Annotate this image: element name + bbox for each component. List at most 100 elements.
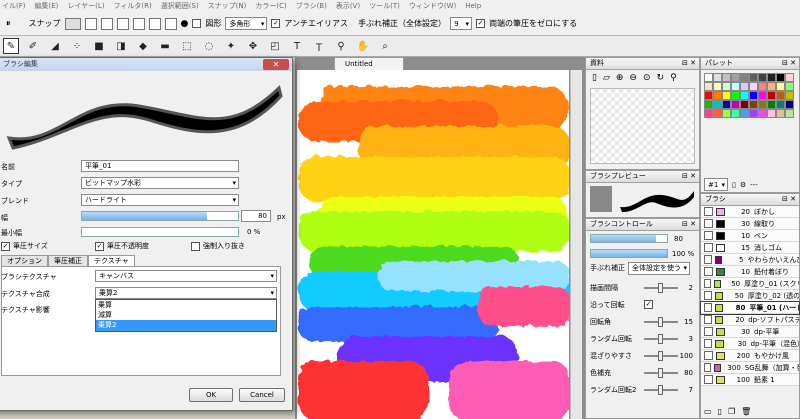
new-brush-icon[interactable]: ▯ — [718, 407, 722, 416]
panel-buttons-icon[interactable]: ⊟ ✕ — [682, 58, 696, 69]
brush-item-checkbox[interactable] — [704, 375, 713, 384]
palette-swatch[interactable] — [767, 82, 776, 91]
palette-swatch[interactable] — [722, 91, 731, 100]
palette-swatch[interactable] — [704, 91, 713, 100]
type-select[interactable]: ビットマップ水彩 — [81, 177, 239, 189]
palette-swatch[interactable] — [758, 82, 767, 91]
rotate-icon[interactable]: ↻ — [657, 73, 665, 83]
brush-item-checkbox[interactable] — [704, 327, 713, 336]
palette-swatch[interactable] — [740, 100, 749, 109]
folder-icon[interactable]: ▭ — [704, 407, 712, 416]
palette-swatch[interactable] — [767, 100, 776, 109]
palette-swatch[interactable] — [731, 91, 740, 100]
palette-settings-icon[interactable]: ⚙ — [740, 181, 746, 189]
select-rect-tool-icon[interactable]: ⬚ — [179, 38, 195, 54]
brush-list-item[interactable]: 10 ペン — [701, 230, 799, 242]
ok-button[interactable]: OK — [189, 388, 233, 402]
palette-swatch[interactable] — [749, 82, 758, 91]
brush-item-checkbox[interactable] — [704, 315, 712, 324]
snap-curve-icon[interactable] — [164, 17, 177, 30]
texture-select[interactable]: キャンバス — [95, 270, 277, 282]
bucket-tool-icon[interactable]: ◆ — [135, 38, 151, 54]
snap-radial-icon[interactable] — [132, 17, 145, 30]
width-value[interactable]: 80 — [241, 210, 271, 222]
stabilizer-select[interactable]: 9 — [450, 17, 473, 30]
magic-wand-tool-icon[interactable]: ✦ — [223, 38, 239, 54]
palette-swatch[interactable] — [758, 73, 767, 82]
palette-swatch[interactable] — [722, 73, 731, 82]
pressure-opacity-checkbox[interactable]: ✓ — [95, 241, 104, 251]
palette-swatch[interactable] — [713, 82, 722, 91]
antialias-checkbox[interactable]: ✓ — [271, 19, 281, 28]
menu-color[interactable]: カラー(C) — [255, 1, 286, 11]
panel-buttons-icon[interactable]: ⊟ ✕ — [682, 219, 696, 230]
palette-swatch[interactable] — [722, 100, 731, 109]
palette-swatch[interactable] — [722, 82, 731, 91]
material-viewer[interactable] — [590, 88, 695, 164]
slider-knob[interactable] — [658, 350, 663, 361]
compose-select[interactable]: 乗算2 — [95, 287, 277, 299]
palette-swatch[interactable] — [731, 109, 740, 118]
compose-option[interactable]: 減算 — [96, 310, 276, 320]
palette-swatch[interactable] — [758, 91, 767, 100]
palette-swatch[interactable] — [785, 82, 794, 91]
control-row-slider[interactable] — [644, 282, 678, 293]
opacity-slider[interactable] — [590, 249, 668, 258]
brush-item-checkbox[interactable] — [704, 339, 713, 348]
brush-item-checkbox[interactable] — [704, 243, 713, 252]
palette-swatch[interactable] — [722, 109, 731, 118]
brush-list-item[interactable]: 30 dp-平筆（混色） — [701, 338, 799, 350]
brush-item-checkbox[interactable] — [704, 219, 713, 228]
zoom-fit-icon[interactable]: ⊙ — [643, 73, 651, 83]
control-row-slider[interactable] — [644, 384, 678, 395]
open-icon[interactable]: ▱ — [603, 73, 610, 83]
control-row-slider[interactable] — [644, 367, 678, 378]
palette-swatch[interactable] — [785, 109, 794, 118]
palette-swatch[interactable] — [749, 100, 758, 109]
palette-swatch[interactable] — [758, 109, 767, 118]
lasso-tool-icon[interactable]: ◌ — [201, 38, 217, 54]
pressure-zero-checkbox[interactable]: ✓ — [476, 19, 486, 28]
palette-swatch[interactable] — [785, 100, 794, 109]
brush-list-item[interactable]: 5やわらかいえんぴつ — [701, 254, 799, 266]
brush-item-checkbox[interactable] — [704, 267, 713, 276]
tab-pressure[interactable]: 筆圧補正 — [48, 255, 88, 266]
palette-swatch[interactable] — [713, 109, 722, 118]
brush-list-item[interactable]: 10 鉛付着ぼり — [701, 266, 799, 278]
brush-tool-icon[interactable]: ✐ — [25, 38, 41, 54]
pressure-size-checkbox[interactable]: ✓ — [1, 241, 10, 251]
copy-brush-icon[interactable]: ❐ — [728, 407, 735, 416]
tab-options[interactable]: オプション — [1, 255, 48, 266]
brush-item-checkbox[interactable] — [704, 255, 712, 264]
palette-swatch[interactable] — [713, 91, 722, 100]
delete-brush-icon[interactable]: 🗑 — [741, 407, 751, 416]
snap-off-icon[interactable] — [64, 17, 81, 30]
brush-list-item[interactable]: 300SG乱舞（加算・発光） — [701, 362, 799, 374]
panel-buttons-icon[interactable]: ⊟ ✕ — [782, 194, 796, 205]
menu-select[interactable]: 選択範囲(S) — [161, 1, 199, 11]
snap-parallel-icon[interactable] — [84, 17, 97, 30]
palette-swatch[interactable] — [704, 73, 713, 82]
slider-knob[interactable] — [658, 384, 663, 395]
eraser-tool-icon[interactable]: ◢ — [47, 38, 63, 54]
move-tool-icon[interactable]: ✥ — [245, 38, 261, 54]
fill-tool-icon[interactable]: ▬ — [157, 38, 173, 54]
slider-knob[interactable] — [658, 282, 663, 293]
palette-swatch[interactable] — [713, 73, 722, 82]
palette-swatch[interactable] — [785, 73, 794, 82]
brush-list-item[interactable]: 20dp-ソフトパステル — [701, 314, 799, 326]
control-row-slider[interactable] — [644, 350, 678, 361]
zoom-tool-icon[interactable]: ⌕ — [377, 38, 393, 54]
menu-edit[interactable]: 編集(E) — [35, 1, 59, 11]
force-checkbox[interactable] — [191, 241, 200, 251]
palette-swatch[interactable] — [758, 100, 767, 109]
gradient-tool-icon[interactable]: ◨ — [113, 38, 129, 54]
pressure-opacity-option[interactable]: ✓ 筆圧不透明度 — [95, 241, 149, 251]
control-row-slider[interactable] — [644, 316, 678, 327]
text-vertical-tool-icon[interactable]: Ｔ — [311, 38, 327, 54]
palette-swatch[interactable] — [785, 91, 794, 100]
palette-swatch[interactable] — [740, 82, 749, 91]
menu-view[interactable]: 表示(V) — [336, 1, 360, 11]
canvas-paper[interactable] — [297, 70, 569, 419]
brush-item-checkbox[interactable] — [704, 231, 713, 240]
